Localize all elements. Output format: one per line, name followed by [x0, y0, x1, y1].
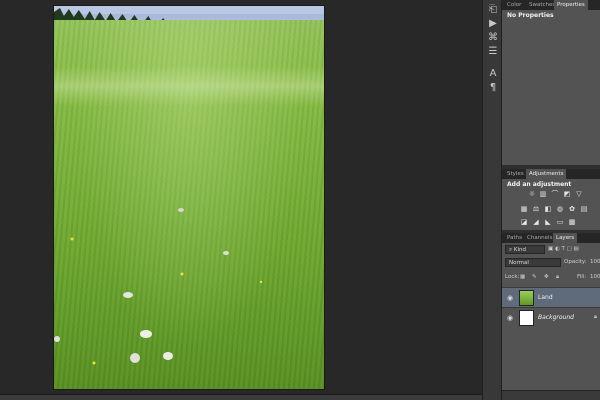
filter-icons[interactable]: ▣ ◐ T ▢ ▤ [548, 246, 579, 252]
status-bar [0, 394, 482, 400]
actions-play-icon[interactable]: ▶ [486, 18, 500, 30]
levels-icon[interactable]: ▥ [539, 190, 547, 198]
photo-filter-icon[interactable]: ◍ [556, 205, 564, 213]
lock-icon: 🔒︎ [594, 314, 597, 320]
lock-pixels-icon[interactable]: ✎ [532, 274, 537, 280]
canvas-workspace[interactable] [0, 0, 482, 396]
opacity-label: Opacity: [564, 259, 587, 265]
fill-value[interactable]: 100 [590, 274, 600, 280]
properties-empty-text: No Properties [507, 12, 554, 19]
top-panel-tabs: Color Swatches Properties [502, 0, 600, 10]
threshold-icon[interactable]: ◣ [544, 218, 552, 226]
black-white-icon[interactable]: ◧ [544, 205, 552, 213]
layer-row-land[interactable]: ◉ Land [502, 287, 600, 307]
sliders-icon[interactable]: ☰ [486, 46, 500, 58]
visibility-eye-icon[interactable]: ◉ [506, 314, 514, 322]
panel-tool-strip: ⎗ ▶ ⌘ ☰ A ¶ [482, 0, 502, 400]
color-lookup-icon[interactable]: ▤ [580, 205, 588, 213]
gradient-map-icon[interactable]: ▭ [556, 218, 564, 226]
fill-label: Fill: [577, 274, 587, 280]
visibility-eye-icon[interactable]: ◉ [506, 294, 514, 302]
layers-bottom-toolbar [502, 390, 600, 400]
layer-name: Background [538, 314, 574, 321]
layers-panel-tabs: Paths Channels Layers [502, 233, 600, 243]
layers-panel: ⌕ Kind ▣ ◐ T ▢ ▤ Normal Opacity: 100 Loc… [502, 243, 600, 390]
tab-adjustments[interactable]: Adjustments [526, 169, 567, 179]
layer-name: Land [538, 294, 553, 301]
tab-styles[interactable]: Styles [504, 169, 527, 179]
lock-all-icon[interactable]: 🔒︎ [556, 274, 559, 281]
posterize-icon[interactable]: ◢ [532, 218, 540, 226]
hue-saturation-icon[interactable]: ▦ [520, 205, 528, 213]
blend-mode-select[interactable]: Normal [505, 258, 561, 267]
adjustments-panel: Add an adjustment ☼ ▥ ⌒ ◩ ▽ ▦ ⚖ ◧ ◍ ✿ ▤ … [502, 179, 600, 230]
invert-icon[interactable]: ◪ [520, 218, 528, 226]
search-icon: ⌕ [509, 247, 513, 253]
brightness-icon[interactable]: ☼ [528, 190, 536, 198]
tab-paths[interactable]: Paths [504, 233, 525, 243]
lock-transparency-icon[interactable]: ▦ [520, 274, 525, 280]
exposure-icon[interactable]: ◩ [563, 190, 571, 198]
tab-channels[interactable]: Channels [524, 233, 555, 243]
tab-properties[interactable]: Properties [554, 0, 588, 10]
image-stones [54, 208, 263, 365]
tab-color[interactable]: Color [504, 0, 524, 10]
document-image[interactable] [53, 5, 325, 390]
adjustments-title: Add an adjustment [507, 181, 572, 188]
properties-panel: No Properties [502, 10, 600, 165]
selective-color-icon[interactable]: ▩ [568, 218, 576, 226]
character-icon[interactable]: A [486, 68, 500, 80]
curves-icon[interactable]: ⌒ [551, 190, 559, 198]
vibrance-icon[interactable]: ▽ [575, 190, 583, 198]
tab-layers[interactable]: Layers [553, 233, 578, 243]
paragraph-icon[interactable]: ¶ [486, 82, 500, 94]
color-balance-icon[interactable]: ⚖ [532, 205, 540, 213]
layer-thumbnail [519, 310, 534, 326]
channel-mixer-icon[interactable]: ✿ [568, 205, 576, 213]
lock-label: Lock: [505, 274, 520, 280]
layer-thumbnail [519, 290, 534, 306]
history-icon[interactable]: ⎗ [486, 4, 500, 16]
layer-row-background[interactable]: ◉ Background 🔒︎ [502, 307, 600, 327]
opacity-value[interactable]: 100 [590, 259, 600, 265]
mid-panel-tabs: Styles Adjustments [502, 169, 600, 179]
brush-preset-icon[interactable]: ⌘ [486, 32, 500, 44]
lock-position-icon[interactable]: ✥ [544, 274, 549, 280]
kind-label: Kind [513, 247, 526, 253]
right-panel-dock: Color Swatches Properties No Properties … [502, 0, 600, 400]
layer-filter-kind[interactable]: ⌕ Kind [505, 245, 545, 254]
